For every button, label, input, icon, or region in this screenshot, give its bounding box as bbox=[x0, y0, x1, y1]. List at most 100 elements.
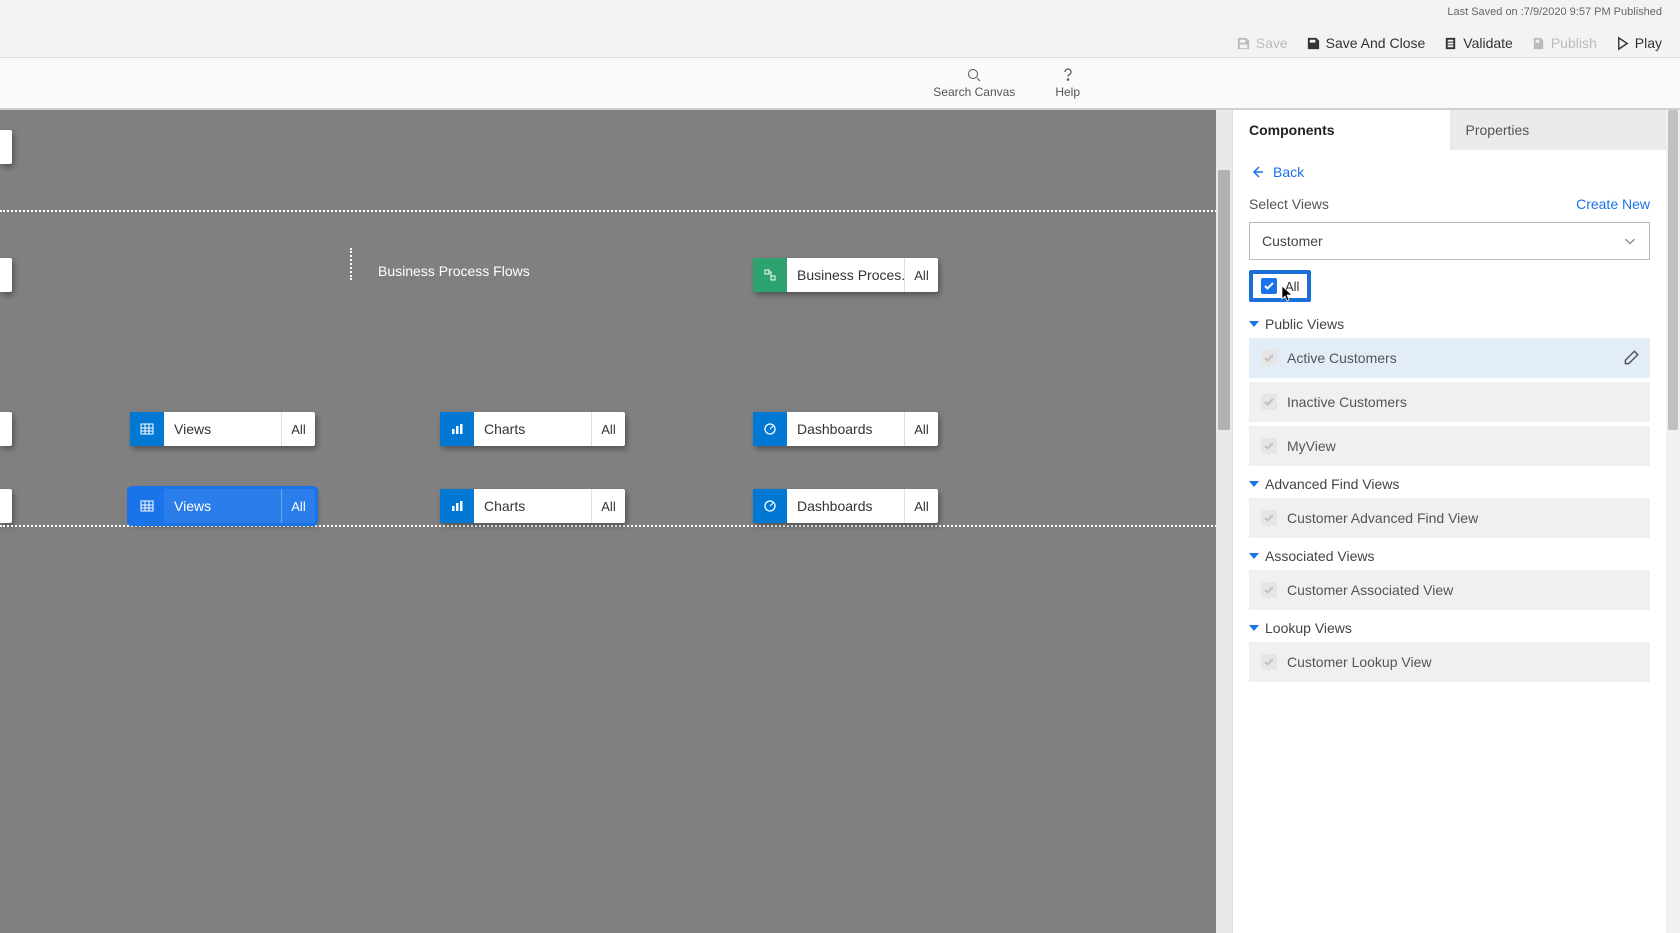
charts-box-label: Charts bbox=[474, 489, 591, 523]
view-item-label: Customer Associated View bbox=[1287, 582, 1453, 598]
view-groups: Public Views Active Customers Inactive Cus… bbox=[1249, 316, 1650, 682]
chart-icon bbox=[440, 489, 474, 523]
dashboards-box[interactable]: Dashboards All bbox=[753, 489, 938, 523]
dashboards-box-ext: All bbox=[904, 489, 938, 523]
canvas-stub[interactable] bbox=[0, 412, 12, 446]
subbar: Search Canvas Help bbox=[0, 58, 1680, 110]
view-group-title[interactable]: Associated Views bbox=[1249, 548, 1650, 564]
caret-down-icon bbox=[1249, 553, 1259, 559]
checkbox-icon[interactable] bbox=[1261, 438, 1277, 454]
save-button: Save bbox=[1236, 35, 1288, 51]
checkbox-icon[interactable] bbox=[1261, 350, 1277, 366]
last-saved-status: Last Saved on :7/9/2020 9:57 PM Publishe… bbox=[1447, 6, 1662, 18]
dashboards-box-ext: All bbox=[904, 412, 938, 446]
group-title-label: Associated Views bbox=[1265, 548, 1374, 564]
bpf-box[interactable]: Business Proces... All bbox=[753, 258, 938, 292]
entity-dropdown-value: Customer bbox=[1262, 233, 1323, 249]
scrollbar-thumb[interactable] bbox=[1218, 170, 1230, 430]
view-group-title[interactable]: Lookup Views bbox=[1249, 620, 1650, 636]
flow-icon bbox=[753, 258, 787, 292]
view-group-title[interactable]: Public Views bbox=[1249, 316, 1650, 332]
tab-components[interactable]: Components bbox=[1233, 110, 1450, 150]
charts-box-label: Charts bbox=[474, 412, 591, 446]
topbar: Last Saved on :7/9/2020 9:57 PM Publishe… bbox=[0, 0, 1680, 58]
group-title-label: Advanced Find Views bbox=[1265, 476, 1399, 492]
view-item-row[interactable]: Inactive Customers bbox=[1249, 382, 1650, 422]
checkbox-icon[interactable] bbox=[1261, 510, 1277, 526]
arrow-left-icon bbox=[1249, 164, 1265, 180]
view-item-row[interactable]: MyView bbox=[1249, 426, 1650, 466]
canvas-stub[interactable] bbox=[0, 258, 12, 292]
views-box-selected[interactable]: Views All bbox=[130, 489, 315, 523]
canvas-area[interactable]: Business Process Flows Business Proces..… bbox=[0, 110, 1232, 933]
create-new-link[interactable]: Create New bbox=[1576, 196, 1650, 212]
charts-box[interactable]: Charts All bbox=[440, 412, 625, 446]
view-item-row[interactable]: Customer Lookup View bbox=[1249, 642, 1650, 682]
play-icon bbox=[1615, 36, 1630, 51]
save-close-icon bbox=[1306, 36, 1321, 51]
bpf-box-label: Business Proces... bbox=[787, 258, 904, 292]
save-icon bbox=[1236, 36, 1251, 51]
play-button[interactable]: Play bbox=[1615, 35, 1662, 51]
back-label: Back bbox=[1273, 164, 1304, 180]
divider-vertical bbox=[350, 248, 352, 280]
validate-icon bbox=[1443, 36, 1458, 51]
group-title-label: Public Views bbox=[1265, 316, 1344, 332]
checkbox-icon[interactable] bbox=[1261, 394, 1277, 410]
bpf-box-ext: All bbox=[904, 258, 938, 292]
panel-scrollbar[interactable] bbox=[1666, 110, 1680, 933]
view-item-label: Customer Lookup View bbox=[1287, 654, 1431, 670]
tab-properties[interactable]: Properties bbox=[1450, 110, 1667, 150]
save-and-close-button[interactable]: Save And Close bbox=[1306, 35, 1426, 51]
dashboards-box-label: Dashboards bbox=[787, 489, 904, 523]
checkbox-icon[interactable] bbox=[1261, 582, 1277, 598]
play-label: Play bbox=[1635, 35, 1662, 51]
all-label: All bbox=[1285, 279, 1299, 294]
help-button[interactable]: Help bbox=[1055, 67, 1080, 99]
search-canvas-button[interactable]: Search Canvas bbox=[933, 67, 1015, 99]
view-item-row[interactable]: Customer Advanced Find View bbox=[1249, 498, 1650, 538]
bpf-section-label: Business Process Flows bbox=[378, 263, 530, 279]
dashboards-box-label: Dashboards bbox=[787, 412, 904, 446]
dashboards-box[interactable]: Dashboards All bbox=[753, 412, 938, 446]
validate-label: Validate bbox=[1463, 35, 1513, 51]
canvas-scrollbar[interactable] bbox=[1216, 110, 1232, 933]
views-box-ext: All bbox=[281, 412, 315, 446]
canvas-stub[interactable] bbox=[0, 130, 12, 164]
checkbox-icon[interactable] bbox=[1261, 654, 1277, 670]
entity-dropdown[interactable]: Customer bbox=[1249, 222, 1650, 260]
all-checkbox-highlighted[interactable]: All bbox=[1249, 270, 1311, 302]
select-views-title: Select Views bbox=[1249, 196, 1329, 212]
view-item-row[interactable]: Active Customers bbox=[1249, 338, 1650, 378]
group-title-label: Lookup Views bbox=[1265, 620, 1352, 636]
select-views-head: Select Views Create New bbox=[1249, 196, 1650, 212]
charts-box-ext: All bbox=[591, 412, 625, 446]
caret-down-icon bbox=[1249, 481, 1259, 487]
view-item-label: Active Customers bbox=[1287, 350, 1397, 366]
help-icon bbox=[1060, 67, 1076, 83]
canvas-stub[interactable] bbox=[0, 489, 12, 523]
save-label: Save bbox=[1256, 35, 1288, 51]
views-box-label: Views bbox=[164, 412, 281, 446]
publish-button: Publish bbox=[1531, 35, 1597, 51]
side-panel: Components Properties Back Select Views … bbox=[1232, 110, 1680, 933]
charts-box[interactable]: Charts All bbox=[440, 489, 625, 523]
views-box-label: Views bbox=[164, 489, 281, 523]
search-icon bbox=[966, 67, 982, 83]
edit-icon[interactable] bbox=[1622, 349, 1640, 367]
dashboard-icon bbox=[753, 412, 787, 446]
views-box[interactable]: Views All bbox=[130, 412, 315, 446]
panel-tabs: Components Properties bbox=[1233, 110, 1666, 150]
chart-icon bbox=[440, 412, 474, 446]
view-item-label: MyView bbox=[1287, 438, 1336, 454]
divider bbox=[0, 210, 1232, 212]
save-and-close-label: Save And Close bbox=[1326, 35, 1426, 51]
charts-box-ext: All bbox=[591, 489, 625, 523]
views-box-ext: All bbox=[281, 489, 315, 523]
view-group-title[interactable]: Advanced Find Views bbox=[1249, 476, 1650, 492]
validate-button[interactable]: Validate bbox=[1443, 35, 1513, 51]
scrollbar-thumb[interactable] bbox=[1668, 110, 1678, 430]
topbar-actions: Save Save And Close Validate Publish Pla… bbox=[1236, 35, 1662, 51]
view-item-row[interactable]: Customer Associated View bbox=[1249, 570, 1650, 610]
back-link[interactable]: Back bbox=[1249, 164, 1650, 180]
